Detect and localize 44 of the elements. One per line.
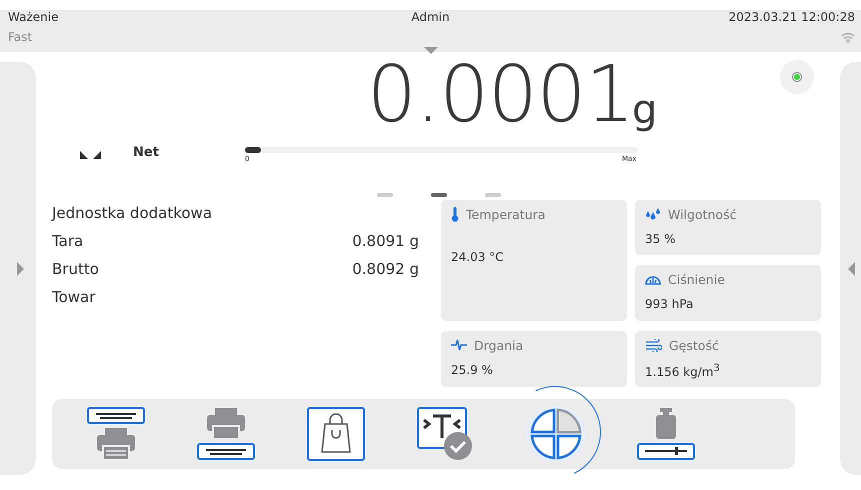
info-label: Tara: [52, 232, 84, 252]
sensor-card[interactable]: Drgania 25.9 %: [441, 331, 627, 387]
net-label: Net: [133, 145, 159, 160]
sensor-name: Drgania: [474, 338, 524, 352]
stability-indicator: [780, 60, 814, 94]
shopping-bag-icon[interactable]: [306, 406, 366, 462]
sensor-card[interactable]: Ciśnienie 993 hPa: [635, 265, 821, 321]
info-label: Brutto: [52, 260, 99, 280]
date-time: 2023.03.21 12:00:28: [728, 10, 855, 24]
expand-left-icon[interactable]: [848, 262, 855, 276]
info-label: Towar: [52, 288, 96, 308]
sensor-value: 1.156 kg/m$^{3}$: [645, 363, 721, 379]
water-drops-icon: [645, 208, 661, 220]
vibration-wave-icon: [451, 339, 467, 351]
weight-unit: g: [632, 90, 658, 130]
sensor-value: 993 hPa: [645, 297, 694, 311]
sensor-card[interactable]: Temperatura 24.03 °C: [441, 200, 627, 321]
wind-icon: [645, 338, 662, 352]
sensor-name: Ciśnienie: [668, 272, 725, 286]
printer-with-header-icon[interactable]: [86, 406, 146, 462]
tare-triangles-icon: [80, 151, 101, 159]
user-name[interactable]: Admin: [411, 10, 450, 24]
sensor-card[interactable]: Gęstość 1.156 kg/m$^{3}$: [635, 331, 821, 387]
weight-reading: 0.0001: [367, 56, 634, 134]
mode-title: Ważenie: [8, 10, 58, 24]
gauge-icon: [645, 273, 661, 285]
sensor-card[interactable]: Wilgotność 35 %: [635, 200, 821, 255]
profile-name: Fast: [8, 30, 34, 44]
sensor-value: 25.9 %: [451, 363, 494, 377]
info-value: 0.8092 g: [352, 260, 419, 280]
thermometer-icon: [451, 206, 459, 222]
sensor-name: Gęstość: [669, 338, 719, 352]
page-indicator[interactable]: [431, 193, 447, 197]
info-value: 0.8091 g: [352, 232, 419, 252]
expand-right-icon[interactable]: [17, 262, 24, 276]
sensor-name: Wilgotność: [668, 206, 736, 222]
dropdown-arrow-icon[interactable]: [424, 47, 438, 54]
info-label: Jednostka dodatkowa: [52, 204, 212, 224]
sensor-value: 35 %: [645, 232, 676, 246]
printer-with-footer-icon[interactable]: [196, 406, 256, 462]
sensor-value: 24.03 °C: [451, 250, 505, 264]
weight-on-scale-icon[interactable]: [636, 406, 696, 462]
sensor-name: Temperatura: [466, 206, 546, 222]
wifi-icon: [841, 32, 855, 43]
